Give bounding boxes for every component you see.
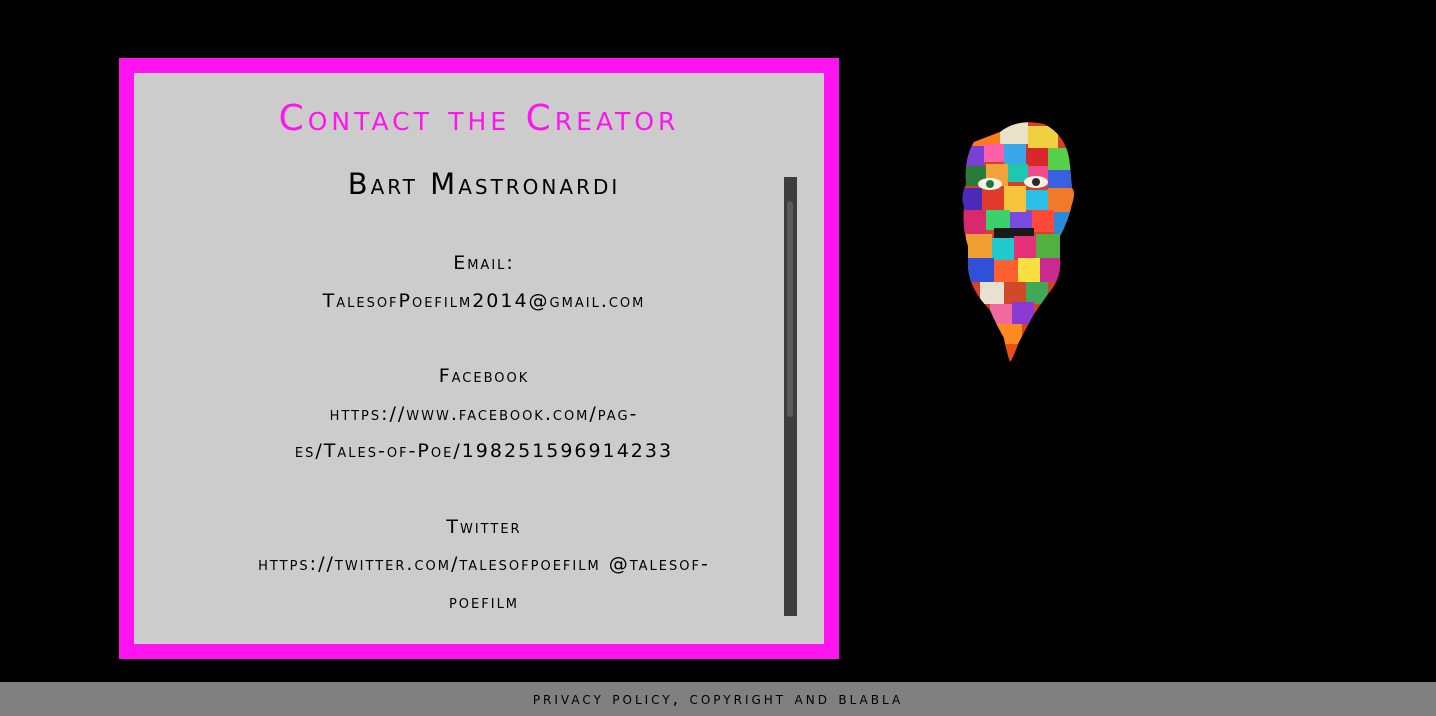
facebook-link[interactable]: https://www.facebook.com/pag- es/Tales-o… bbox=[174, 396, 794, 471]
facebook-link-line2[interactable]: es/Tales-of-Poe/198251596914233 bbox=[174, 433, 794, 471]
twitter-link-line1[interactable]: https://twitter.com/talesofpoefilm @tale… bbox=[174, 546, 794, 584]
contact-card-inner: Contact the Creator Bart Mastronardi Ema… bbox=[134, 73, 824, 644]
contact-scroll-area[interactable]: Bart Mastronardi Email: TalesofPoefilm20… bbox=[174, 169, 794, 609]
scrollbar-thumb[interactable] bbox=[787, 201, 793, 417]
portrait-svg bbox=[962, 122, 1074, 363]
footer-privacy-link[interactable]: privacy policy, copyright and blabla bbox=[0, 682, 1436, 716]
twitter-link[interactable]: https://twitter.com/talesofpoefilm @tale… bbox=[174, 546, 794, 609]
email-label: Email: bbox=[453, 252, 515, 274]
poe-portrait-image bbox=[960, 118, 1078, 363]
creator-name: Bart Mastronardi bbox=[347, 169, 621, 201]
facebook-label: Facebook bbox=[438, 365, 530, 387]
twitter-label: Twitter bbox=[446, 515, 522, 538]
email-link[interactable]: TalesofPoefilm2014@gmail.com bbox=[174, 283, 794, 321]
scrollbar[interactable] bbox=[784, 177, 797, 616]
contact-card: Contact the Creator Bart Mastronardi Ema… bbox=[119, 58, 839, 659]
card-title: Contact the Creator bbox=[278, 98, 680, 139]
twitter-link-line2[interactable]: poefilm bbox=[174, 584, 794, 610]
facebook-link-line1[interactable]: https://www.facebook.com/pag- bbox=[174, 396, 794, 434]
contact-content: Bart Mastronardi Email: TalesofPoefilm20… bbox=[174, 169, 794, 609]
